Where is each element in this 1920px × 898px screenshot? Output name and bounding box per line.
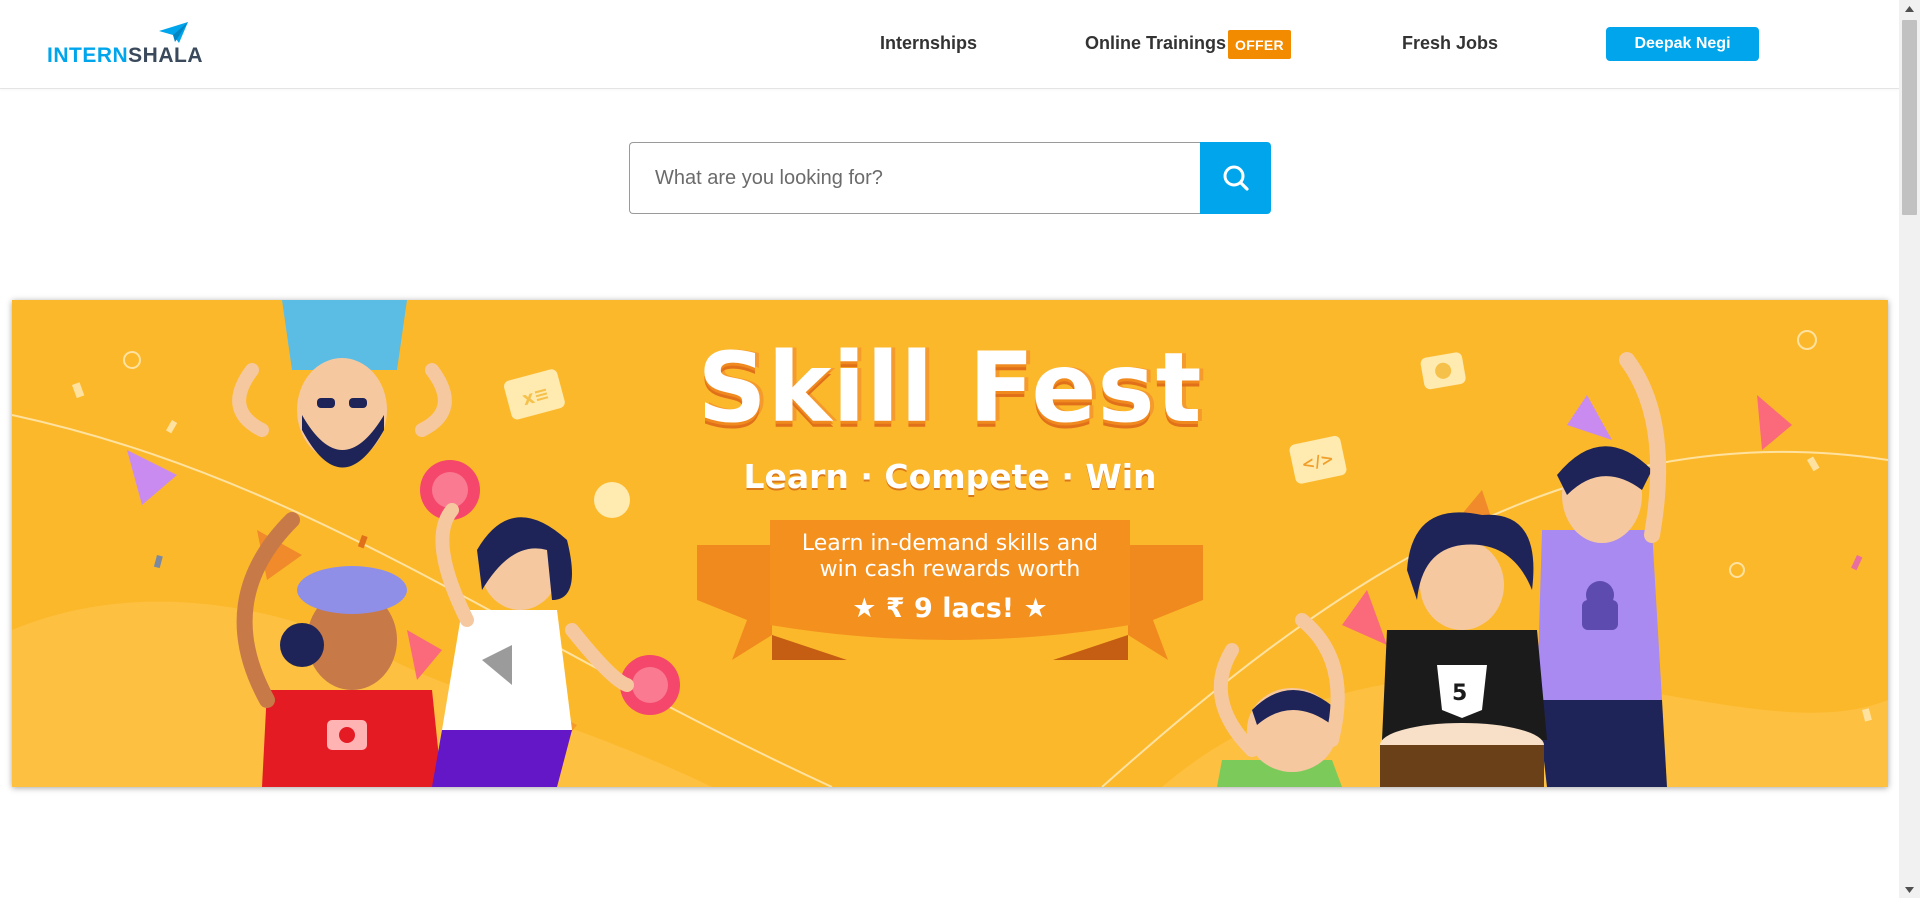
- offer-badge: OFFER: [1228, 30, 1291, 59]
- search-icon: [1223, 165, 1249, 191]
- user-account-button[interactable]: Deepak Negi: [1606, 27, 1759, 61]
- ribbon-text-line1: Learn in-demand skills and: [801, 531, 1099, 556]
- search-input[interactable]: [629, 142, 1200, 214]
- banner-subtitle: Learn · Compete · Win: [743, 457, 1157, 496]
- paper-plane-icon: [159, 22, 188, 43]
- scrollbar-thumb[interactable]: [1902, 20, 1917, 215]
- skill-fest-banner[interactable]: x≡ </> 5 Skill Fest Learn · Compete · Wi…: [12, 300, 1888, 787]
- search-bar: [629, 142, 1271, 214]
- vertical-scrollbar[interactable]: [1899, 0, 1920, 898]
- logo-wordmark: INTERNSHALA: [47, 44, 204, 67]
- top-navbar: INTERNSHALA Internships Online Trainings…: [0, 0, 1899, 89]
- scroll-up-arrow-icon[interactable]: [1899, 0, 1920, 17]
- ribbon-reward-amount: ★ ₹ 9 lacs! ★: [852, 593, 1048, 624]
- banner-title: Skill Fest: [697, 332, 1203, 444]
- internshala-logo[interactable]: INTERNSHALA: [47, 22, 203, 66]
- page: INTERNSHALA Internships Online Trainings…: [0, 0, 1920, 898]
- nav-internships-link[interactable]: Internships: [880, 33, 977, 54]
- scroll-down-arrow-icon[interactable]: [1899, 881, 1920, 898]
- ribbon-text-line2: win cash rewards worth: [819, 557, 1081, 582]
- search-button[interactable]: [1200, 142, 1271, 214]
- nav-fresh-jobs-link[interactable]: Fresh Jobs: [1402, 33, 1498, 54]
- nav-online-trainings-link[interactable]: Online Trainings: [1085, 33, 1226, 54]
- svg-text:5: 5: [1452, 681, 1467, 706]
